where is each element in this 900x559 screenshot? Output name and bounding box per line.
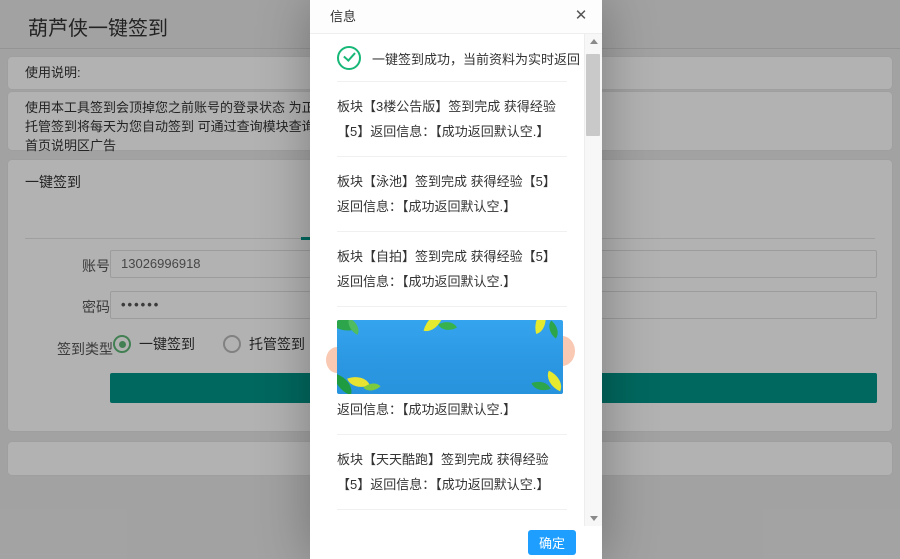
success-message: 一键签到成功，当前资料为实时返回 <box>372 49 580 68</box>
scroll-up-arrow-icon[interactable] <box>585 34 602 49</box>
list-item: 板块【泳池】签到完成 获得经验【5】返回信息：【成功返回默认空.】 <box>337 157 567 232</box>
check-circle-icon <box>337 46 361 70</box>
list-item: 板块【葫芦山】签到完成 获得经验【5】返回信息：【成功返回默认空.】 <box>337 510 567 526</box>
info-dialog: 信息 ✕ 一键签到成功，当前资料为实时返回 <box>310 0 602 559</box>
dialog-titlebar: 信息 ✕ <box>310 0 602 34</box>
signin-result-list: 板块【3楼公告版】签到完成 获得经验【5】返回信息：【成功返回默认空.】 板块【… <box>337 82 567 526</box>
list-item: 返回信息：【成功返回默认空.】 <box>337 307 567 435</box>
scroll-down-arrow-icon[interactable] <box>585 511 602 526</box>
dialog-content[interactable]: 一键签到成功，当前资料为实时返回 板块【3楼公告版】签到完成 获得经验【5】返回… <box>310 34 585 526</box>
scrollbar-thumb[interactable] <box>586 54 600 136</box>
banner-image <box>337 320 563 394</box>
list-item-text: 返回信息：【成功返回默认空.】 <box>337 397 567 422</box>
banner-background <box>337 320 563 394</box>
dialog-scrollbar[interactable] <box>584 34 602 526</box>
list-item: 板块【3楼公告版】签到完成 获得经验【5】返回信息：【成功返回默认空.】 <box>337 82 567 157</box>
close-icon[interactable]: ✕ <box>572 7 590 25</box>
confirm-button[interactable]: 确定 <box>528 530 576 555</box>
list-item-text: 板块【泳池】签到完成 获得经验【5】返回信息：【成功返回默认空.】 <box>337 169 567 219</box>
success-row: 一键签到成功，当前资料为实时返回 <box>337 34 567 82</box>
list-item-text: 板块【自拍】签到完成 获得经验【5】返回信息：【成功返回默认空.】 <box>337 244 567 294</box>
list-item: 板块【天天酷跑】签到完成 获得经验【5】返回信息：【成功返回默认空.】 <box>337 435 567 510</box>
dialog-title: 信息 <box>310 0 602 33</box>
list-item-text: 板块【3楼公告版】签到完成 获得经验【5】返回信息：【成功返回默认空.】 <box>337 94 567 144</box>
screen: 葫芦侠一键签到 使用说明: 使用本工具签到会顶掉您之前账号的登录状态 为正常现象… <box>0 0 900 559</box>
list-item-text: 板块【天天酷跑】签到完成 获得经验【5】返回信息：【成功返回默认空.】 <box>337 447 567 497</box>
dialog-footer: 确定 <box>310 526 602 559</box>
list-item: 板块【自拍】签到完成 获得经验【5】返回信息：【成功返回默认空.】 <box>337 232 567 307</box>
